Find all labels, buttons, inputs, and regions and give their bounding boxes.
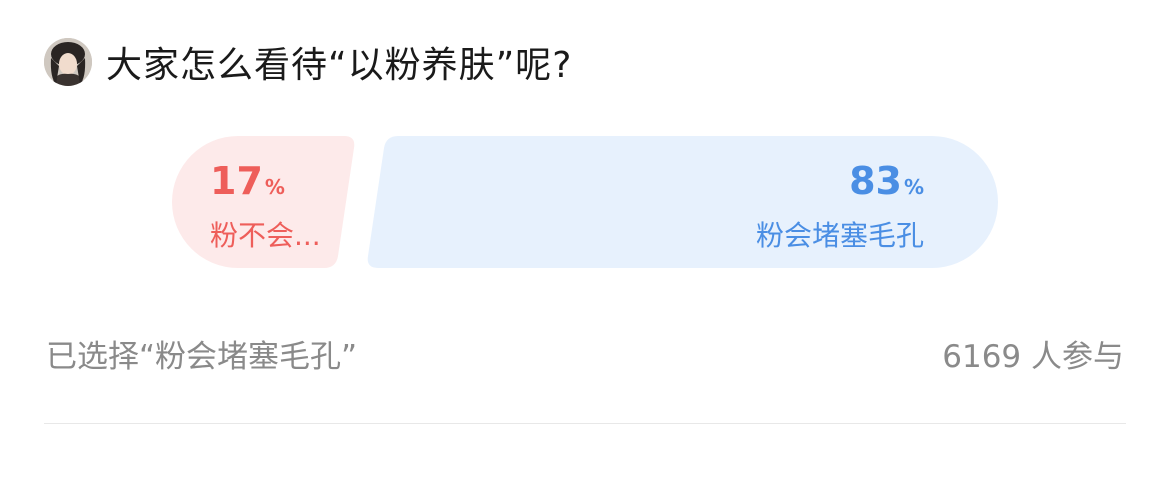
option-right-percent: 83% [849,159,924,203]
option-right-label: 粉会堵塞毛孔 [755,219,924,252]
avatar[interactable] [44,38,92,86]
selected-option-text: 已选择“粉会堵塞毛孔” [46,338,358,375]
option-left-label: 粉不会... [210,219,321,252]
participant-count: 6169 人参与 [942,338,1124,375]
poll-footer: 已选择“粉会堵塞毛孔” 6169 人参与 [46,330,1124,376]
divider [44,423,1126,424]
post-title: 大家怎么看待“以粉养肤”呢? [106,45,573,86]
post-header: 大家怎么看待“以粉养肤”呢? [44,36,572,88]
poll-option-right[interactable]: 83% 粉会堵塞毛孔 [756,158,924,256]
poll-widget: 17% 粉不会... 83% 粉会堵塞毛孔 [172,136,998,268]
poll-option-left[interactable]: 17% 粉不会... [210,158,321,256]
option-left-percent: 17% [210,159,285,203]
